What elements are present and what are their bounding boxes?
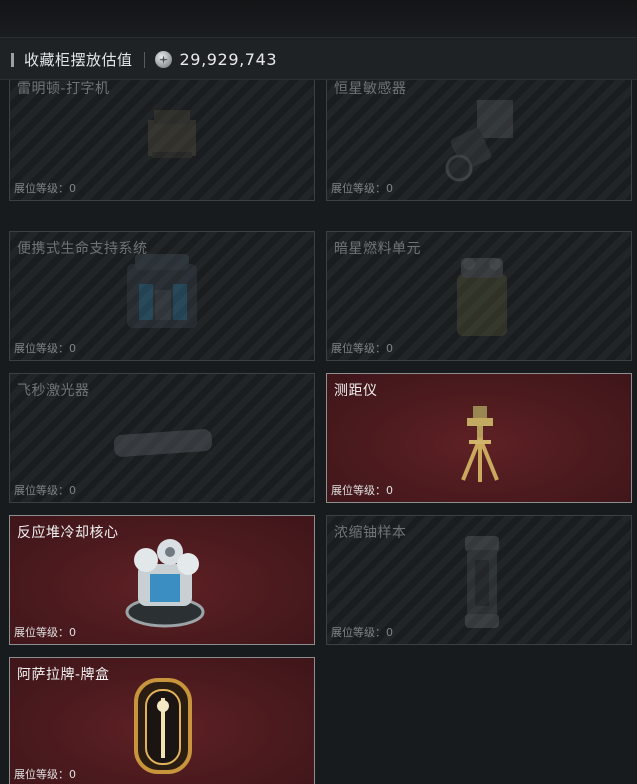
- card-level: 展位等级：0: [14, 626, 76, 639]
- top-bar: [0, 0, 637, 38]
- card-name: 测距仪: [334, 383, 378, 399]
- collection-card-fuel-cell[interactable]: 暗星燃料单元 展位等级：0: [326, 231, 632, 361]
- silver-coin-icon: [154, 51, 172, 68]
- card-level: 展位等级：0: [14, 768, 76, 781]
- collection-card-life-support[interactable]: 便携式生命支持系统 展位等级：0: [9, 231, 315, 361]
- uranium-canister-icon: [457, 532, 507, 636]
- card-box-icon: [132, 676, 194, 780]
- card-level: 展位等级：0: [331, 484, 393, 497]
- card-level: 展位等级：0: [14, 182, 76, 195]
- star-sensor-icon: [437, 92, 527, 191]
- card-name: 雷明顿-打字机: [17, 81, 110, 97]
- collection-value-amount: 29,929,743: [179, 50, 278, 69]
- collection-card-card-box[interactable]: 阿萨拉牌-牌盒 展位等级：0: [9, 657, 315, 784]
- card-name: 恒星敏感器: [334, 81, 407, 97]
- fuel-cell-icon: [447, 252, 517, 351]
- collection-card-star-sensor[interactable]: 恒星敏感器 展位等级：0: [326, 80, 632, 201]
- card-name: 反应堆冷却核心: [17, 525, 119, 541]
- collection-card-reactor-core[interactable]: 反应堆冷却核心 展位等级：0: [9, 515, 315, 645]
- card-level: 展位等级：0: [331, 342, 393, 355]
- collection-value-title: 收藏柜摆放估值: [24, 51, 133, 69]
- rangefinder-tripod-icon: [455, 400, 505, 489]
- card-name: 暗星燃料单元: [334, 241, 421, 257]
- card-name: 飞秒激光器: [17, 383, 90, 399]
- reactor-core-icon: [120, 538, 210, 634]
- collection-card-laser[interactable]: 飞秒激光器 展位等级：0: [9, 373, 315, 503]
- card-name: 浓缩铀样本: [334, 525, 407, 541]
- collection-value-bar: 收藏柜摆放估值 29,929,743: [0, 40, 637, 80]
- section-marker: [11, 52, 14, 67]
- laser-icon: [108, 422, 218, 466]
- collection-grid: 雷明顿-打字机 展位等级：0 恒星敏感器 展位等级：0 便携式生命支持系统 展位…: [0, 80, 637, 784]
- life-support-icon: [115, 246, 210, 350]
- typewriter-icon: [138, 100, 208, 174]
- card-level: 展位等级：0: [331, 626, 393, 639]
- card-level: 展位等级：0: [14, 342, 76, 355]
- collection-card-typewriter[interactable]: 雷明顿-打字机 展位等级：0: [9, 80, 315, 201]
- collection-card-uranium-sample[interactable]: 浓缩铀样本 展位等级：0: [326, 515, 632, 645]
- card-level: 展位等级：0: [14, 484, 76, 497]
- collection-card-rangefinder[interactable]: 测距仪 展位等级：0: [326, 373, 632, 503]
- divider: [143, 51, 145, 68]
- card-name: 阿萨拉牌-牌盒: [17, 667, 110, 683]
- card-level: 展位等级：0: [331, 182, 393, 195]
